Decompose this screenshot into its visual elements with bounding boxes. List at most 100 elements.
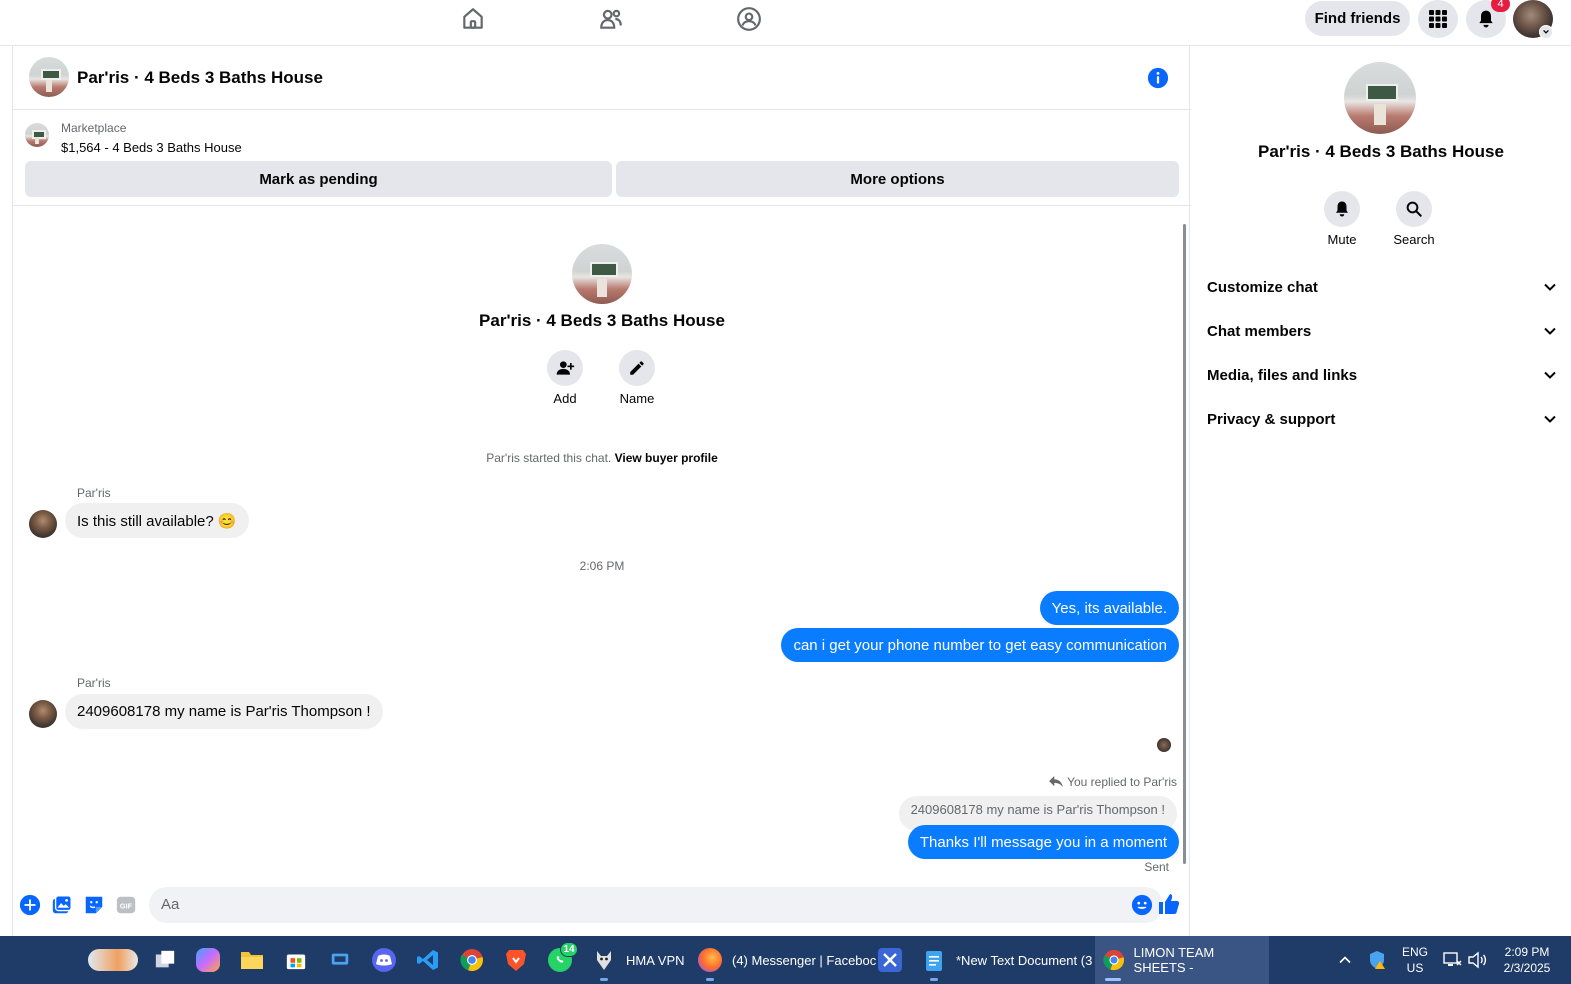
name-label: Name (619, 391, 655, 406)
vscode-icon[interactable] (416, 936, 440, 984)
photo-icon[interactable] (51, 894, 73, 916)
outgoing-message[interactable]: Thanks I'll message you in a moment (907, 825, 1179, 859)
marketplace-label: Marketplace (61, 121, 127, 135)
add-label: Add (553, 391, 577, 406)
remote-desktop-icon[interactable] (328, 936, 352, 984)
notepad-window-label: *New Text Document (3 (956, 952, 1093, 968)
file-explorer-icon[interactable] (240, 936, 264, 984)
copilot-icon[interactable] (196, 936, 220, 984)
chevron-down-icon (1544, 415, 1556, 423)
whatsapp-icon[interactable]: 14 (548, 936, 578, 984)
security-warning-icon[interactable] (1367, 936, 1387, 984)
region-code: US (1406, 961, 1424, 975)
chat-header: Par'ris · 4 Beds 3 Baths House (13, 46, 1191, 110)
chevron-down-icon (1544, 327, 1556, 335)
listing-thumbnail[interactable] (25, 123, 49, 147)
message-timestamp: 2:06 PM (579, 559, 625, 573)
view-buyer-profile-link[interactable]: View buyer profile (615, 451, 718, 465)
windows-taskbar: 14 HMA VPN (4) Messenger | Faceboc *New … (0, 936, 1571, 984)
chat-title[interactable]: Par'ris · 4 Beds 3 Baths House (77, 68, 323, 88)
listing-title[interactable]: $1,564 - 4 Beds 3 Baths House (61, 140, 242, 155)
svg-text:GIF: GIF (120, 902, 133, 911)
chat-panel: Par'ris · 4 Beds 3 Baths House Marketpla… (12, 46, 1191, 936)
more-options-button[interactable]: More options (616, 161, 1179, 197)
incoming-message[interactable]: 2409608178 my name is Par'ris Thompson ! (65, 694, 383, 729)
outgoing-message[interactable]: Yes, its available. (1039, 591, 1179, 625)
mute-button[interactable] (1324, 191, 1360, 227)
search-label: Search (1393, 232, 1435, 247)
chat-avatar[interactable] (29, 57, 69, 97)
chat-started-note: Par'ris started this chat. View buyer pr… (13, 451, 1191, 465)
chrome-icon[interactable] (460, 936, 484, 984)
clock-time: 2:09 PM (1504, 945, 1550, 959)
task-view-icon[interactable] (153, 936, 177, 984)
message-sender: Par'ris (77, 676, 111, 690)
firefox-window-label: (4) Messenger | Faceboc (732, 952, 877, 968)
marketplace-bar: Marketplace $1,564 - 4 Beds 3 Baths Hous… (13, 110, 1191, 206)
info-icon[interactable] (1147, 67, 1169, 89)
chevron-down-icon[interactable] (1539, 25, 1553, 39)
chevron-up-icon[interactable] (1338, 936, 1352, 984)
conversation-title: Par'ris · 4 Beds 3 Baths House (479, 311, 725, 330)
like-icon[interactable] (1157, 892, 1181, 916)
reply-icon (1049, 776, 1063, 788)
details-avatar[interactable] (1344, 62, 1416, 134)
sticker-icon[interactable] (83, 894, 105, 916)
clock-date: 2/3/2025 (1503, 961, 1551, 975)
section-label: Media, files and links (1207, 366, 1358, 384)
system-clock[interactable]: 2:09 PM 2/3/2025 (1494, 944, 1560, 976)
message-input-placeholder: Aa (161, 896, 180, 913)
groups-icon[interactable] (734, 4, 764, 34)
chat-details-panel: Par'ris · 4 Beds 3 Baths House Mute Sear… (1191, 46, 1571, 936)
customize-chat-section[interactable]: Customize chat (1207, 265, 1557, 309)
microsoft-store-icon[interactable] (284, 936, 308, 984)
network-icon[interactable] (1442, 936, 1462, 984)
friends-icon[interactable] (596, 4, 626, 34)
notepad-app[interactable]: *New Text Document (3 (922, 936, 1092, 984)
add-person-button[interactable] (547, 350, 583, 386)
search-button[interactable] (1396, 191, 1432, 227)
chat-members-section[interactable]: Chat members (1207, 309, 1557, 353)
volume-icon[interactable] (1467, 936, 1487, 984)
section-label: Customize chat (1207, 278, 1318, 296)
language-code: ENG (1401, 945, 1428, 959)
reply-note-text: You replied to Par'ris (1067, 775, 1177, 789)
find-friends-button[interactable]: Find friends (1305, 1, 1410, 36)
message-input[interactable]: Aa (149, 887, 1163, 923)
sender-avatar[interactable] (29, 700, 57, 728)
input-language[interactable]: ENG US (1398, 944, 1432, 976)
message-sender: Par'ris (77, 486, 111, 500)
discord-icon[interactable] (372, 936, 396, 984)
snipping-tool-icon[interactable] (878, 936, 902, 984)
seen-indicator-avatar (1157, 738, 1171, 752)
plus-circle-icon[interactable] (19, 894, 41, 916)
running-indicator (930, 978, 938, 981)
widgets-weather-icon[interactable] (88, 936, 138, 984)
chrome-window-label: LIMON TEAM SHEETS - (1133, 945, 1215, 975)
home-icon[interactable] (458, 4, 488, 34)
mark-as-pending-button[interactable]: Mark as pending (25, 161, 612, 197)
gif-icon[interactable]: GIF (115, 894, 137, 916)
emoji-icon[interactable] (1131, 894, 1153, 916)
notification-badge: 4 (1491, 0, 1510, 12)
sender-avatar[interactable] (29, 510, 57, 538)
hma-vpn-app[interactable]: HMA VPN (592, 936, 685, 984)
brave-icon[interactable] (504, 936, 528, 984)
privacy-support-section[interactable]: Privacy & support (1207, 397, 1557, 441)
incoming-message[interactable]: Is this still available? 😊 (65, 503, 249, 538)
running-indicator (706, 978, 714, 981)
chrome-sheets-app[interactable]: LIMON TEAM SHEETS - (1095, 936, 1269, 984)
details-title: Par'ris · 4 Beds 3 Baths House (1258, 142, 1504, 161)
outgoing-message[interactable]: can i get your phone number to get easy … (781, 628, 1179, 662)
reply-note: You replied to Par'ris (1049, 775, 1177, 789)
media-files-links-section[interactable]: Media, files and links (1207, 353, 1557, 397)
conversation-avatar (572, 244, 632, 304)
started-text: Par'ris started this chat. (486, 451, 612, 465)
search-icon (1406, 201, 1422, 217)
menu-grid-icon[interactable] (1418, 0, 1458, 38)
edit-name-button[interactable] (619, 350, 655, 386)
hma-vpn-label: HMA VPN (626, 952, 685, 968)
section-label: Chat members (1207, 322, 1312, 340)
firefox-messenger-app[interactable]: (4) Messenger | Faceboc (698, 936, 876, 984)
top-navigation: Find friends 4 (0, 0, 1571, 46)
